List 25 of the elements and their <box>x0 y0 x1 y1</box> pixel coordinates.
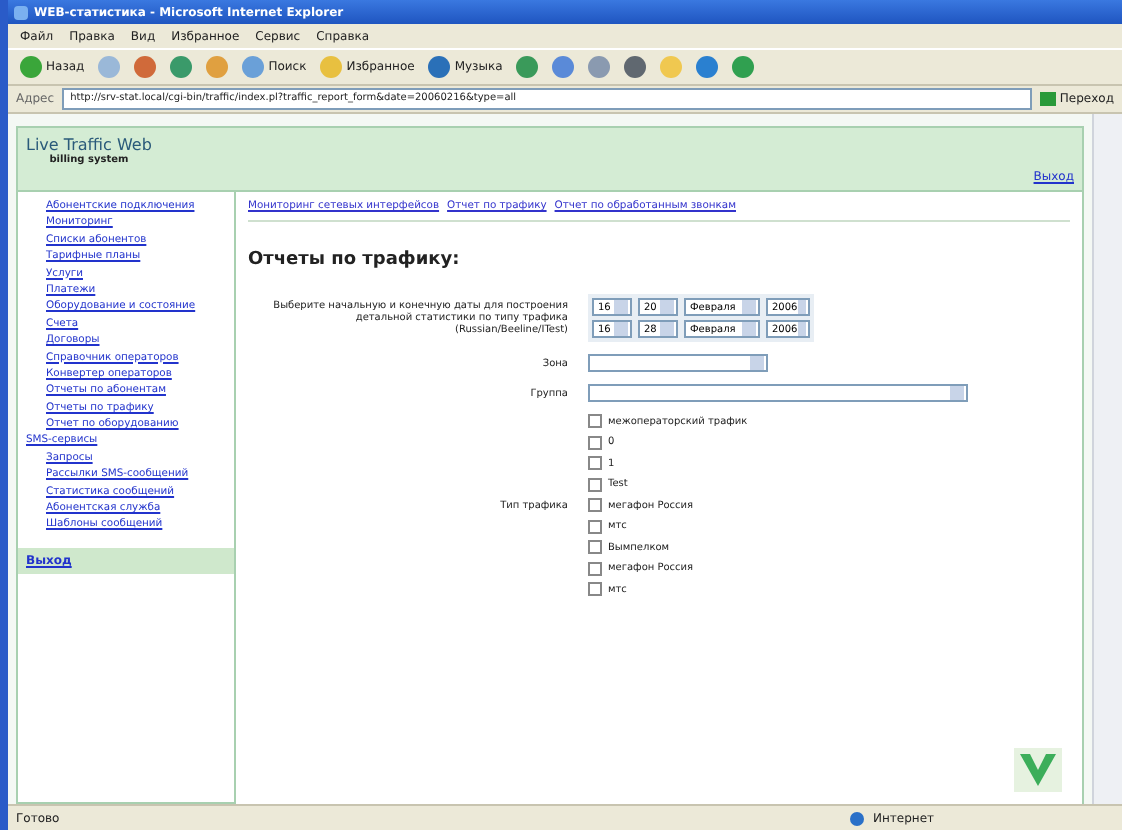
globe-icon <box>850 811 865 825</box>
scrollbar[interactable] <box>1092 114 1122 804</box>
checkbox[interactable] <box>588 414 602 428</box>
page-heading: Отчеты по трафику: <box>248 250 462 270</box>
checkbox[interactable] <box>588 519 602 533</box>
browser-icon <box>14 5 28 19</box>
checkbox[interactable] <box>588 540 602 554</box>
checkbox[interactable] <box>588 435 602 449</box>
checkbox[interactable] <box>588 561 602 575</box>
checkbox[interactable] <box>588 477 602 491</box>
checkbox[interactable] <box>588 498 602 512</box>
toolbar-button[interactable] <box>548 56 579 78</box>
zone-select[interactable] <box>588 354 768 372</box>
checkbox[interactable] <box>588 582 602 596</box>
toolbar-button[interactable] <box>166 56 197 78</box>
toolbar-button[interactable] <box>584 56 615 78</box>
site-title: Live Traffic Web <box>26 136 152 154</box>
checkbox[interactable] <box>588 456 602 470</box>
check-logo-icon <box>1014 748 1062 792</box>
toolbar-button[interactable] <box>692 56 723 78</box>
toolbar-button[interactable] <box>620 56 651 78</box>
toolbar-button[interactable] <box>130 56 161 78</box>
group-select[interactable] <box>588 384 968 402</box>
toolbar-button[interactable] <box>728 56 759 78</box>
toolbar-button[interactable] <box>512 56 543 78</box>
